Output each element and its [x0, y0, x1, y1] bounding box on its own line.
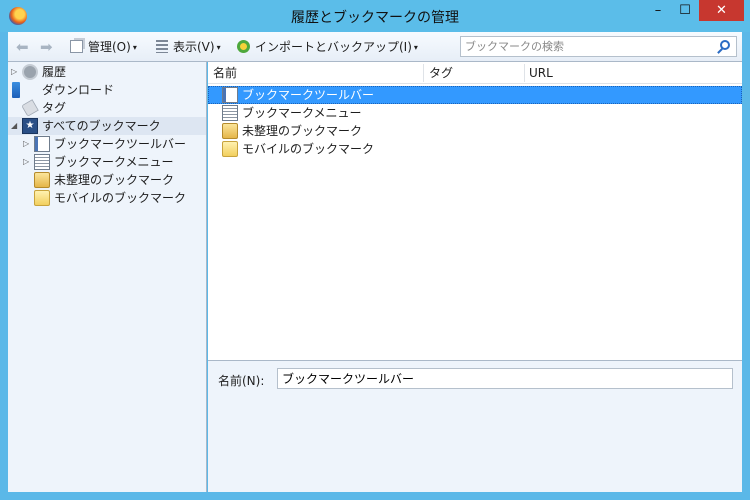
list-item-name: 未整理のブックマーク: [242, 124, 363, 138]
sidebar-item-label: 未整理のブックマーク: [54, 173, 175, 187]
sidebar-item-label: ブックマークツールバー: [54, 137, 187, 151]
list-item[interactable]: 未整理のブックマーク: [208, 122, 742, 140]
collapse-twisty-icon[interactable]: ◢: [11, 117, 20, 135]
column-header-url[interactable]: URL: [529, 62, 729, 84]
import-backup-button[interactable]: インポートとバックアップ(I) ▾: [237, 38, 418, 56]
chevron-down-icon: ▾: [413, 43, 418, 52]
bookmarks-toolbar-icon: [34, 136, 50, 152]
organize-button[interactable]: 管理(O) ▾: [70, 38, 137, 56]
list-item-name: モバイルのブックマーク: [242, 142, 375, 156]
views-label: 表示(V): [173, 40, 215, 54]
list-item[interactable]: モバイルのブックマーク: [208, 140, 742, 158]
import-backup-label: インポートとバックアップ(I): [255, 40, 412, 54]
column-divider[interactable]: [524, 64, 525, 82]
download-icon: [12, 82, 20, 98]
expand-twisty-icon[interactable]: ▷: [23, 153, 32, 171]
maximize-button[interactable]: ☐: [672, 0, 698, 21]
sidebar-item-bookmarks-menu[interactable]: ▷ ブックマークメニュー: [8, 153, 206, 171]
search-box: [460, 36, 737, 57]
views-button[interactable]: 表示(V) ▾: [156, 38, 221, 56]
expand-twisty-icon[interactable]: ▷: [11, 63, 20, 81]
search-input[interactable]: [461, 37, 706, 56]
sidebar-item-bookmarks-toolbar[interactable]: ▷ ブックマークツールバー: [8, 135, 206, 153]
organize-icon: [70, 40, 83, 53]
bookmarks-menu-icon: [34, 154, 50, 170]
sidebar-item-label: モバイルのブックマーク: [54, 191, 187, 205]
folder-icon: [34, 190, 50, 206]
bookmarks-toolbar-icon: [222, 87, 238, 103]
sidebar-item-label: 履歴: [42, 65, 67, 79]
bookmark-list: 名前 タグ URL ブックマークツールバー ブックマークメニュー 未整理のブック…: [208, 62, 742, 360]
toolbar: ⬅ ➡ 管理(O) ▾ 表示(V) ▾ インポートとバックアップ(I) ▾: [8, 32, 742, 62]
back-arrow-icon[interactable]: ⬅: [16, 38, 29, 56]
minimize-button[interactable]: –: [645, 0, 671, 21]
column-header-tags[interactable]: タグ: [429, 62, 524, 84]
list-item[interactable]: ブックマークツールバー: [208, 86, 742, 104]
list-item-name: ブックマークメニュー: [242, 106, 362, 120]
list-item[interactable]: ブックマークメニュー: [208, 104, 742, 122]
unsorted-bookmarks-icon: [34, 172, 50, 188]
bookmarks-menu-icon: [222, 105, 238, 121]
search-icon[interactable]: [720, 40, 730, 50]
organize-label: 管理(O): [88, 40, 131, 54]
name-field-label: 名前(N):: [218, 374, 265, 388]
sidebar-item-unsorted-bookmarks[interactable]: 未整理のブックマーク: [8, 171, 206, 189]
sidebar-item-label: ブックマークメニュー: [54, 155, 174, 169]
library-window: 履歴とブックマークの管理 – ☐ ✕ ⬅ ➡ 管理(O) ▾ 表示(V) ▾ インポ…: [0, 0, 750, 500]
sidebar-item-tags[interactable]: タグ: [8, 99, 206, 117]
sidebar-item-label: ダウンロード: [42, 83, 115, 97]
window-title: 履歴とブックマークの管理: [291, 10, 459, 26]
title-bar[interactable]: 履歴とブックマークの管理 – ☐ ✕: [0, 0, 750, 32]
sidebar-tree: ▷ 履歴 ダウンロード タグ ◢ ★ すべてのブックマーク ▷ ブックマークツー…: [8, 62, 207, 492]
window-frame: [0, 492, 750, 500]
sidebar-item-label: タグ: [42, 101, 67, 115]
import-backup-icon: [237, 40, 250, 53]
sidebar-item-mobile-bookmarks[interactable]: モバイルのブックマーク: [8, 189, 206, 207]
all-bookmarks-icon: ★: [22, 118, 38, 134]
chevron-down-icon: ▾: [216, 43, 221, 52]
folder-icon: [222, 141, 238, 157]
chevron-down-icon: ▾: [132, 43, 137, 52]
sidebar-item-downloads[interactable]: ダウンロード: [8, 81, 206, 99]
unsorted-bookmarks-icon: [222, 123, 238, 139]
sidebar-item-all-bookmarks[interactable]: ◢ ★ すべてのブックマーク: [8, 117, 206, 135]
column-divider[interactable]: [423, 64, 424, 82]
sidebar-item-label: すべてのブックマーク: [42, 119, 161, 133]
column-header-name[interactable]: 名前: [213, 62, 423, 84]
sidebar-item-history[interactable]: ▷ 履歴: [8, 63, 206, 81]
forward-arrow-icon[interactable]: ➡: [40, 38, 53, 56]
views-icon: [156, 40, 168, 53]
close-button[interactable]: ✕: [699, 0, 744, 21]
details-pane: 名前(N):: [208, 360, 742, 492]
list-item-name: ブックマークツールバー: [242, 88, 375, 102]
history-icon: [22, 64, 38, 80]
tag-icon: [21, 99, 39, 117]
expand-twisty-icon[interactable]: ▷: [23, 135, 32, 153]
name-field[interactable]: [277, 368, 733, 389]
